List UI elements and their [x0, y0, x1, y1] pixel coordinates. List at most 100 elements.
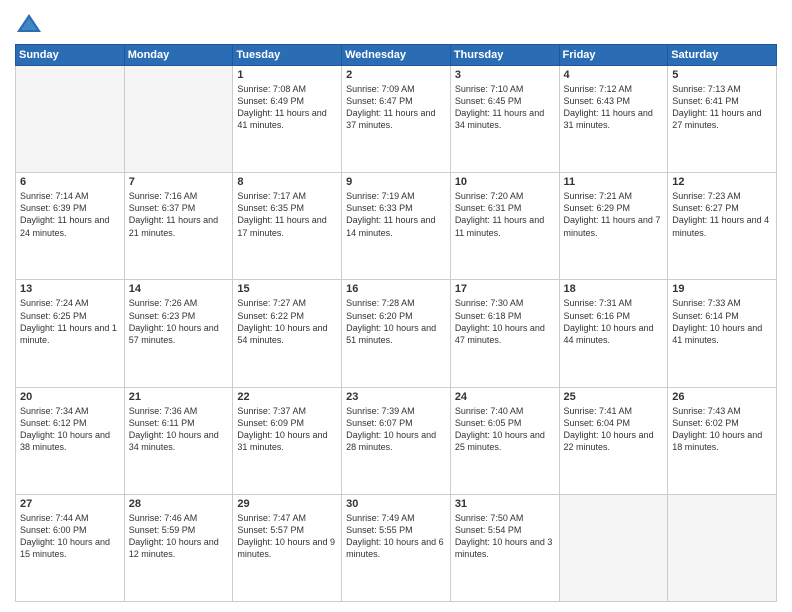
calendar-cell [668, 494, 777, 601]
cell-details: Sunrise: 7:14 AM Sunset: 6:39 PM Dayligh… [20, 190, 120, 239]
calendar-cell: 12 Sunrise: 7:23 AM Sunset: 6:27 PM Dayli… [668, 173, 777, 280]
cell-details: Sunrise: 7:37 AM Sunset: 6:09 PM Dayligh… [237, 405, 337, 454]
day-number: 19 [672, 283, 772, 295]
calendar-cell: 23 Sunrise: 7:39 AM Sunset: 6:07 PM Dayli… [342, 387, 451, 494]
cell-details: Sunrise: 7:31 AM Sunset: 6:16 PM Dayligh… [564, 297, 664, 346]
cell-details: Sunrise: 7:34 AM Sunset: 6:12 PM Dayligh… [20, 405, 120, 454]
day-number: 10 [455, 176, 555, 188]
calendar-cell [16, 66, 125, 173]
calendar-cell: 6 Sunrise: 7:14 AM Sunset: 6:39 PM Daylig… [16, 173, 125, 280]
calendar-cell: 14 Sunrise: 7:26 AM Sunset: 6:23 PM Dayli… [124, 280, 233, 387]
day-number: 14 [129, 283, 229, 295]
calendar-cell: 18 Sunrise: 7:31 AM Sunset: 6:16 PM Dayli… [559, 280, 668, 387]
calendar-week-row: 6 Sunrise: 7:14 AM Sunset: 6:39 PM Daylig… [16, 173, 777, 280]
day-number: 23 [346, 391, 446, 403]
weekday-header-monday: Monday [124, 45, 233, 66]
calendar-cell: 22Sunrise: 7:37 AM Sunset: 6:09 PM Dayli… [233, 387, 342, 494]
calendar-cell: 20 Sunrise: 7:34 AM Sunset: 6:12 PM Dayli… [16, 387, 125, 494]
cell-details: Sunrise: 7:33 AM Sunset: 6:14 PM Dayligh… [672, 297, 772, 346]
calendar-cell: 29Sunrise: 7:47 AM Sunset: 5:57 PM Dayli… [233, 494, 342, 601]
calendar-cell: 15 Sunrise: 7:27 AM Sunset: 6:22 PM Dayli… [233, 280, 342, 387]
calendar-cell: 21Sunrise: 7:36 AM Sunset: 6:11 PM Dayli… [124, 387, 233, 494]
day-number: 31 [455, 498, 555, 510]
calendar-cell: 11 Sunrise: 7:21 AM Sunset: 6:29 PM Dayli… [559, 173, 668, 280]
day-number: 17 [455, 283, 555, 295]
calendar-table: SundayMondayTuesdayWednesdayThursdayFrid… [15, 44, 777, 602]
calendar-cell: 9Sunrise: 7:19 AM Sunset: 6:33 PM Daylig… [342, 173, 451, 280]
cell-details: Sunrise: 7:27 AM Sunset: 6:22 PM Dayligh… [237, 297, 337, 346]
calendar-cell: 8 Sunrise: 7:17 AM Sunset: 6:35 PM Daylig… [233, 173, 342, 280]
cell-details: Sunrise: 7:44 AM Sunset: 6:00 PM Dayligh… [20, 512, 120, 561]
calendar-week-row: 13 Sunrise: 7:24 AM Sunset: 6:25 PM Dayli… [16, 280, 777, 387]
cell-details: Sunrise: 7:28 AM Sunset: 6:20 PM Dayligh… [346, 297, 446, 346]
calendar-cell [124, 66, 233, 173]
cell-details: Sunrise: 7:17 AM Sunset: 6:35 PM Dayligh… [237, 190, 337, 239]
day-number: 25 [564, 391, 664, 403]
cell-details: Sunrise: 7:24 AM Sunset: 6:25 PM Dayligh… [20, 297, 120, 346]
day-number: 24 [455, 391, 555, 403]
day-number: 13 [20, 283, 120, 295]
calendar-cell: 30 Sunrise: 7:49 AM Sunset: 5:55 PM Dayli… [342, 494, 451, 601]
calendar-cell: 19 Sunrise: 7:33 AM Sunset: 6:14 PM Dayli… [668, 280, 777, 387]
cell-details: Sunrise: 7:23 AM Sunset: 6:27 PM Dayligh… [672, 190, 772, 239]
cell-details: Sunrise: 7:43 AM Sunset: 6:02 PM Dayligh… [672, 405, 772, 454]
day-number: 4 [564, 69, 664, 81]
cell-details: Sunrise: 7:30 AM Sunset: 6:18 PM Dayligh… [455, 297, 555, 346]
day-number: 15 [237, 283, 337, 295]
logo-icon [15, 10, 43, 38]
day-number: 7 [129, 176, 229, 188]
weekday-header-thursday: Thursday [450, 45, 559, 66]
calendar-week-row: 20 Sunrise: 7:34 AM Sunset: 6:12 PM Dayli… [16, 387, 777, 494]
weekday-header-wednesday: Wednesday [342, 45, 451, 66]
cell-details: Sunrise: 7:26 AM Sunset: 6:23 PM Dayligh… [129, 297, 229, 346]
calendar-cell: 2 Sunrise: 7:09 AM Sunset: 6:47 PM Daylig… [342, 66, 451, 173]
calendar-cell: 25 Sunrise: 7:41 AM Sunset: 6:04 PM Dayli… [559, 387, 668, 494]
day-number: 5 [672, 69, 772, 81]
calendar-cell: 16 Sunrise: 7:28 AM Sunset: 6:20 PM Dayli… [342, 280, 451, 387]
day-number: 27 [20, 498, 120, 510]
calendar-cell: 5 Sunrise: 7:13 AM Sunset: 6:41 PM Daylig… [668, 66, 777, 173]
day-number: 2 [346, 69, 446, 81]
day-number: 16 [346, 283, 446, 295]
cell-details: Sunrise: 7:12 AM Sunset: 6:43 PM Dayligh… [564, 83, 664, 132]
cell-details: Sunrise: 7:09 AM Sunset: 6:47 PM Dayligh… [346, 83, 446, 132]
cell-details: Sunrise: 7:13 AM Sunset: 6:41 PM Dayligh… [672, 83, 772, 132]
day-number: 20 [20, 391, 120, 403]
weekday-header-saturday: Saturday [668, 45, 777, 66]
calendar-header-row: SundayMondayTuesdayWednesdayThursdayFrid… [16, 45, 777, 66]
day-number: 26 [672, 391, 772, 403]
calendar-cell: 28Sunrise: 7:46 AM Sunset: 5:59 PM Dayli… [124, 494, 233, 601]
day-number: 18 [564, 283, 664, 295]
day-number: 8 [237, 176, 337, 188]
day-number: 28 [129, 498, 229, 510]
page: SundayMondayTuesdayWednesdayThursdayFrid… [0, 0, 792, 612]
weekday-header-tuesday: Tuesday [233, 45, 342, 66]
cell-details: Sunrise: 7:21 AM Sunset: 6:29 PM Dayligh… [564, 190, 664, 239]
cell-details: Sunrise: 7:36 AM Sunset: 6:11 PM Dayligh… [129, 405, 229, 454]
day-number: 30 [346, 498, 446, 510]
cell-details: Sunrise: 7:49 AM Sunset: 5:55 PM Dayligh… [346, 512, 446, 561]
calendar-cell: 26 Sunrise: 7:43 AM Sunset: 6:02 PM Dayli… [668, 387, 777, 494]
cell-details: Sunrise: 7:10 AM Sunset: 6:45 PM Dayligh… [455, 83, 555, 132]
calendar-cell: 17 Sunrise: 7:30 AM Sunset: 6:18 PM Dayli… [450, 280, 559, 387]
weekday-header-sunday: Sunday [16, 45, 125, 66]
calendar-cell: 24Sunrise: 7:40 AM Sunset: 6:05 PM Dayli… [450, 387, 559, 494]
logo [15, 10, 47, 38]
cell-details: Sunrise: 7:16 AM Sunset: 6:37 PM Dayligh… [129, 190, 229, 239]
calendar-week-row: 1Sunrise: 7:08 AM Sunset: 6:49 PM Daylig… [16, 66, 777, 173]
calendar-week-row: 27 Sunrise: 7:44 AM Sunset: 6:00 PM Dayli… [16, 494, 777, 601]
day-number: 12 [672, 176, 772, 188]
day-number: 11 [564, 176, 664, 188]
day-number: 1 [237, 69, 337, 81]
calendar-cell: 4 Sunrise: 7:12 AM Sunset: 6:43 PM Daylig… [559, 66, 668, 173]
cell-details: Sunrise: 7:39 AM Sunset: 6:07 PM Dayligh… [346, 405, 446, 454]
day-number: 6 [20, 176, 120, 188]
cell-details: Sunrise: 7:41 AM Sunset: 6:04 PM Dayligh… [564, 405, 664, 454]
calendar-cell: 27 Sunrise: 7:44 AM Sunset: 6:00 PM Dayli… [16, 494, 125, 601]
calendar-cell [559, 494, 668, 601]
calendar-cell: 10 Sunrise: 7:20 AM Sunset: 6:31 PM Dayli… [450, 173, 559, 280]
cell-details: Sunrise: 7:20 AM Sunset: 6:31 PM Dayligh… [455, 190, 555, 239]
weekday-header-friday: Friday [559, 45, 668, 66]
calendar-cell: 3Sunrise: 7:10 AM Sunset: 6:45 PM Daylig… [450, 66, 559, 173]
calendar-cell: 13 Sunrise: 7:24 AM Sunset: 6:25 PM Dayli… [16, 280, 125, 387]
